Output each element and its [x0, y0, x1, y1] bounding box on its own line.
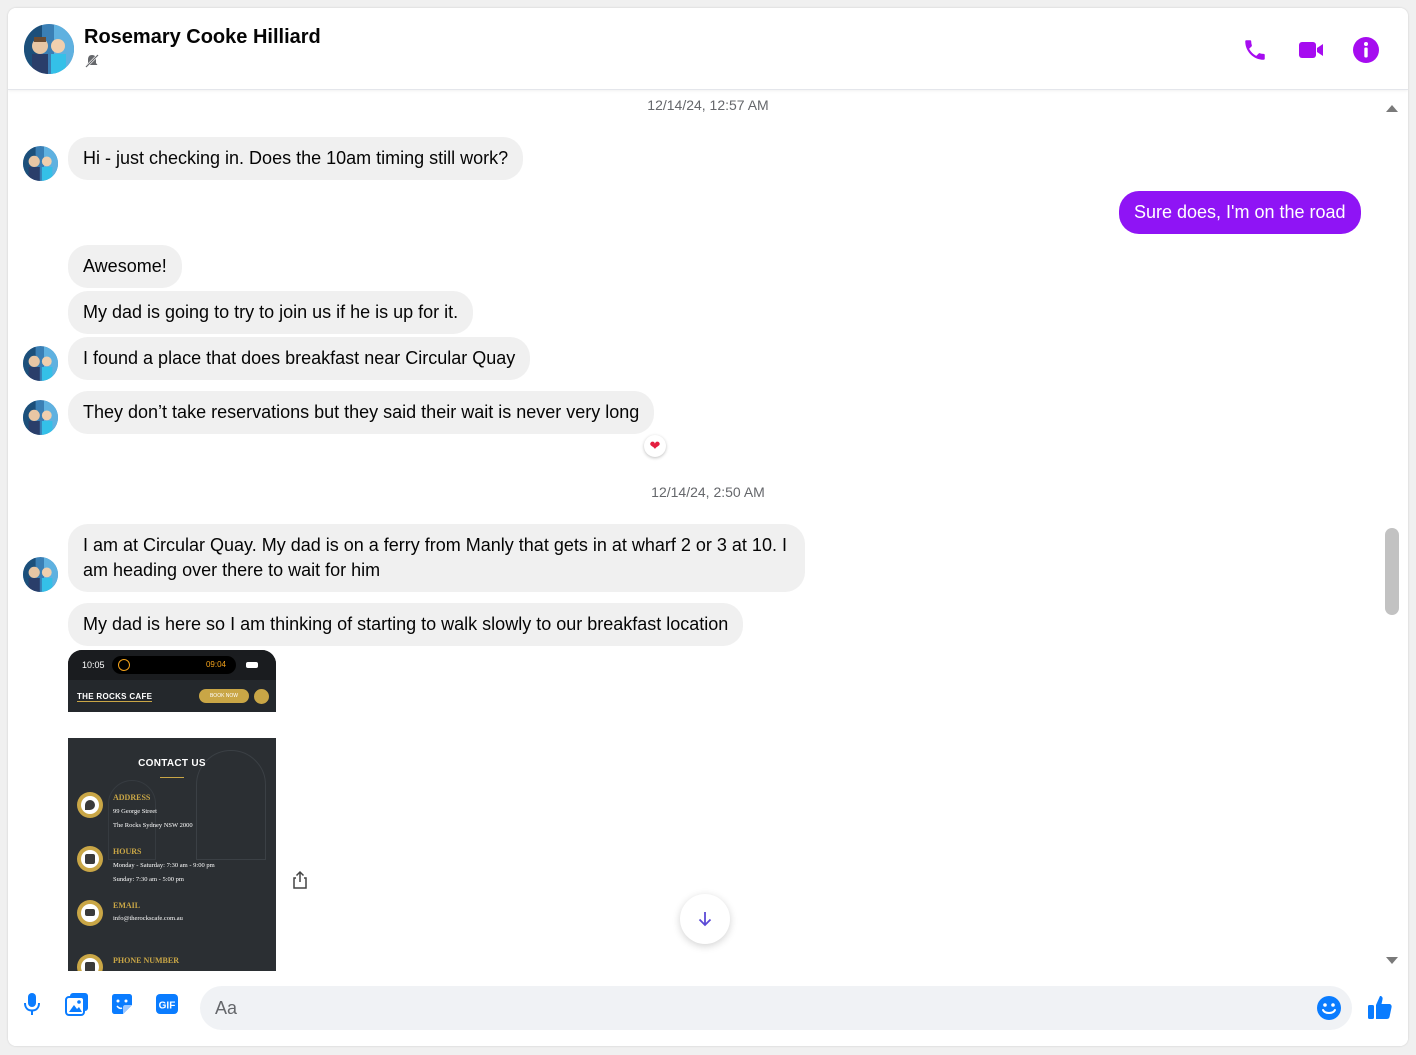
message-timestamp: 12/14/24, 2:50 AM — [651, 484, 765, 500]
gif-icon: GIF — [156, 994, 178, 1014]
email-value: info@therockscafe.com.au — [113, 915, 183, 922]
scrollbar-up-arrow[interactable] — [1385, 100, 1399, 112]
contact-name[interactable]: Rosemary Cooke Hilliard — [84, 26, 321, 49]
calendar-icon — [77, 846, 103, 872]
arrow-down-icon — [698, 912, 712, 927]
heart-icon: ❤ — [649, 438, 661, 453]
dynamic-island: 09:04 — [112, 656, 236, 674]
emoji-picker-button[interactable] — [1316, 995, 1342, 1021]
photo-icon — [65, 993, 88, 1016]
message-input[interactable] — [200, 986, 1352, 1030]
message-timestamp: 12/14/24, 12:57 AM — [647, 97, 769, 113]
phone-call-button[interactable] — [1240, 35, 1270, 65]
phone-icon — [1245, 40, 1265, 60]
timer-value: 09:04 — [205, 660, 226, 669]
contact-avatar[interactable] — [24, 24, 74, 74]
send-like-button[interactable] — [1366, 993, 1394, 1021]
received-message[interactable]: My dad is going to try to join us if he … — [68, 291, 474, 334]
sender-avatar[interactable] — [23, 146, 58, 181]
website-navbar: THE ROCKS CAFE BOOK NOW — [68, 680, 276, 712]
voice-clip-button[interactable] — [18, 990, 46, 1018]
message-list[interactable]: 12/14/24, 12:57 AM Hi - just checking in… — [8, 91, 1408, 971]
address-line: The Rocks Sydney NSW 2000 — [113, 822, 193, 829]
info-icon — [1353, 37, 1379, 63]
received-message[interactable]: I found a place that does breakfast near… — [68, 337, 531, 380]
envelope-icon — [77, 900, 103, 926]
received-message[interactable]: They don’t take reservations but they sa… — [68, 391, 655, 434]
hours-line: Sunday: 7:30 am - 5:00 pm — [113, 876, 184, 883]
muted-bell-icon — [84, 53, 100, 69]
conversation-info-button[interactable] — [1351, 35, 1381, 65]
gif-button[interactable]: GIF — [153, 990, 181, 1018]
phone-label: PHONE NUMBER — [113, 956, 179, 965]
menu-icon — [254, 689, 269, 704]
messenger-window: Rosemary Cooke Hilliard 12/14/24, 12:57 … — [8, 8, 1408, 1046]
address-label: ADDRESS — [113, 793, 151, 802]
image-attachment[interactable]: 10:05 09:04 THE ROCKS CAFE BOOK NOW CONT… — [68, 650, 276, 971]
email-label: EMAIL — [113, 901, 141, 910]
received-message[interactable]: Awesome! — [68, 245, 182, 288]
sender-avatar[interactable] — [23, 400, 58, 435]
conversation-header: Rosemary Cooke Hilliard — [8, 8, 1408, 90]
received-message[interactable]: My dad is here so I am thinking of start… — [68, 603, 744, 646]
hours-line: Monday - Saturday: 7:30 am - 9:00 pm — [113, 862, 215, 869]
video-call-button[interactable] — [1296, 35, 1326, 65]
phone-time: 10:05 — [82, 660, 105, 670]
sender-avatar[interactable] — [23, 557, 58, 592]
thumbs-up-icon — [1368, 996, 1392, 1019]
svg-text:GIF: GIF — [159, 1001, 176, 1012]
address-line: 99 George Street — [113, 808, 157, 815]
video-camera-icon — [1299, 42, 1323, 58]
scroll-to-bottom-button[interactable] — [680, 894, 730, 944]
title-underline — [160, 777, 184, 778]
contact-title: CONTACT US — [138, 758, 206, 769]
location-pin-icon — [77, 792, 103, 818]
scrollbar-thumb[interactable] — [1385, 528, 1399, 615]
heart-reaction[interactable]: ❤ — [644, 435, 666, 457]
scrollbar-down-arrow[interactable] — [1385, 953, 1399, 964]
microphone-icon — [24, 993, 40, 1015]
battery-icon — [246, 662, 258, 668]
website-banner — [68, 712, 276, 738]
cafe-brand: THE ROCKS CAFE — [77, 692, 153, 702]
received-message[interactable]: Hi - just checking in. Does the 10am tim… — [68, 137, 524, 180]
emoji-icon — [1317, 996, 1341, 1020]
sticker-icon — [112, 994, 132, 1014]
hours-label: HOURS — [113, 847, 142, 856]
sticker-button[interactable] — [108, 990, 136, 1018]
sender-avatar[interactable] — [23, 346, 58, 381]
share-icon[interactable] — [291, 870, 309, 890]
message-composer: GIF — [8, 971, 1408, 1046]
sent-message[interactable]: Sure does, I'm on the road — [1119, 191, 1361, 234]
timer-icon — [118, 659, 130, 671]
phone-status-bar: 10:05 09:04 — [68, 650, 276, 680]
book-now-button: BOOK NOW — [199, 689, 249, 703]
received-message[interactable]: I am at Circular Quay. My dad is on a fe… — [68, 524, 805, 592]
attach-photo-button[interactable] — [63, 990, 91, 1018]
